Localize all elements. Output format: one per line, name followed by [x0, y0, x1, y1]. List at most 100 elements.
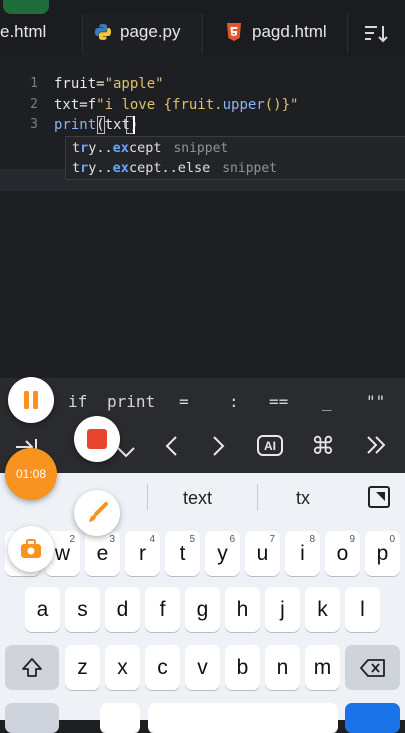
- quick-key-underscore[interactable]: _: [322, 392, 332, 411]
- code-editor[interactable]: 1 2 3 fruit="apple" txt=f"i love {fruit.…: [0, 56, 405, 378]
- quick-key-colon[interactable]: :: [229, 392, 239, 411]
- app-chip: [3, 0, 49, 14]
- line-number: 2: [30, 97, 38, 112]
- key-n[interactable]: n: [265, 645, 300, 690]
- key-z[interactable]: z: [65, 645, 100, 690]
- key-label: g: [196, 597, 209, 621]
- key-label: t: [179, 541, 186, 565]
- suggestion-divider: [147, 484, 148, 510]
- autocomplete-popup[interactable]: t r y.. ex cept snippet t r y.. ex cept..else sn…: [65, 136, 405, 180]
- key-hint: 5: [189, 534, 195, 545]
- key-v[interactable]: v: [185, 645, 220, 690]
- enter-key[interactable]: [345, 703, 400, 733]
- key-hint: 8: [309, 534, 315, 545]
- space-key[interactable]: [148, 703, 338, 733]
- code-line[interactable]: fruit="apple": [54, 76, 164, 92]
- suggestion-kind: snippet: [173, 140, 229, 156]
- key-label: n: [276, 655, 289, 679]
- suggestion-word[interactable]: tx: [296, 488, 310, 509]
- key-label: b: [236, 655, 249, 679]
- key-i[interactable]: i8: [285, 531, 320, 576]
- autocomplete-item[interactable]: t r y.. ex cept snippet: [72, 138, 228, 158]
- pause-button[interactable]: [8, 377, 54, 423]
- suggestion-word[interactable]: text: [183, 488, 212, 509]
- key-hint: 7: [269, 534, 275, 545]
- stop-icon: [87, 429, 107, 449]
- bracket-match-box: [97, 116, 105, 134]
- key-p[interactable]: p0: [365, 531, 400, 576]
- key-e[interactable]: e3: [85, 531, 120, 576]
- suggestion-text: t: [72, 140, 81, 156]
- command-icon[interactable]: ⌘: [311, 432, 335, 461]
- emoji-key[interactable]: [100, 703, 140, 733]
- backspace-icon: [359, 658, 385, 677]
- keyboard-collapse-icon[interactable]: [368, 486, 390, 508]
- quick-key-quotes[interactable]: "": [366, 392, 385, 411]
- key-label: d: [116, 597, 129, 621]
- arrow-left-icon[interactable]: [164, 435, 178, 464]
- key-hint: 2: [69, 534, 75, 545]
- line-number: 1: [30, 76, 38, 91]
- key-f[interactable]: f: [145, 587, 180, 632]
- key-l[interactable]: l: [345, 587, 380, 632]
- sort-menu-icon[interactable]: [364, 24, 388, 49]
- stop-record-button[interactable]: [74, 416, 120, 462]
- key-r[interactable]: r4: [125, 531, 160, 576]
- key-s[interactable]: s: [65, 587, 100, 632]
- key-h[interactable]: h: [225, 587, 260, 632]
- recording-timer[interactable]: 01:08: [5, 448, 57, 500]
- quick-key-if[interactable]: if: [68, 392, 87, 411]
- key-c[interactable]: c: [145, 645, 180, 690]
- tab-page-py[interactable]: page.py: [94, 14, 181, 50]
- code-line[interactable]: txt=f"i love {fruit.upper()}": [54, 97, 298, 113]
- suggestion-match: ex: [112, 160, 129, 176]
- pause-icon: [24, 391, 38, 409]
- tab-label: pagd.html: [252, 22, 327, 41]
- key-u[interactable]: u7: [245, 531, 280, 576]
- key-hint: 4: [149, 534, 155, 545]
- quick-key-double-equals[interactable]: ==: [269, 392, 288, 411]
- ai-button[interactable]: AI: [257, 435, 283, 456]
- key-a[interactable]: a: [25, 587, 60, 632]
- key-label: w: [54, 541, 71, 565]
- ai-label: AI: [264, 438, 276, 453]
- key-t[interactable]: t5: [165, 531, 200, 576]
- arrow-right-icon[interactable]: [212, 435, 226, 464]
- key-k[interactable]: k: [305, 587, 340, 632]
- autocomplete-item[interactable]: t r y.. ex cept..else snippet: [72, 158, 277, 178]
- key-label: j: [280, 597, 285, 621]
- double-chevron-right-icon[interactable]: [365, 434, 387, 463]
- key-label: y: [217, 541, 228, 565]
- screenshot-tool-button[interactable]: [8, 526, 54, 572]
- brush-button[interactable]: [74, 490, 120, 536]
- tab-html[interactable]: e.html: [0, 14, 46, 50]
- quick-key-print[interactable]: print: [107, 392, 155, 411]
- key-label: l: [360, 597, 365, 621]
- backspace-key[interactable]: [345, 645, 400, 690]
- suggestion-text: t: [72, 160, 81, 176]
- key-x[interactable]: x: [105, 645, 140, 690]
- text-cursor: [133, 116, 135, 134]
- key-b[interactable]: b: [225, 645, 260, 690]
- key-g[interactable]: g: [185, 587, 220, 632]
- key-hint: 3: [109, 534, 115, 545]
- key-y[interactable]: y6: [205, 531, 240, 576]
- tab-pagd-html[interactable]: pagd.html: [226, 14, 327, 50]
- tab-label: e.html: [0, 22, 47, 41]
- key-label: r: [139, 541, 146, 565]
- key-j[interactable]: j: [265, 587, 300, 632]
- key-label: p: [376, 541, 389, 565]
- shift-icon: [22, 657, 42, 677]
- symbols-key[interactable]: [5, 703, 59, 733]
- suggestion-text: y..: [88, 160, 113, 176]
- key-d[interactable]: d: [105, 587, 140, 632]
- tab-bar: e.html page.py pagd.html: [0, 0, 405, 56]
- key-o[interactable]: o9: [325, 531, 360, 576]
- quick-key-equals[interactable]: =: [179, 392, 189, 411]
- key-label: c: [157, 655, 168, 679]
- brush-icon: [89, 502, 108, 522]
- key-m[interactable]: m: [305, 645, 340, 690]
- key-label: h: [236, 597, 249, 621]
- suggestion-match: r: [80, 140, 89, 156]
- shift-key[interactable]: [5, 645, 59, 690]
